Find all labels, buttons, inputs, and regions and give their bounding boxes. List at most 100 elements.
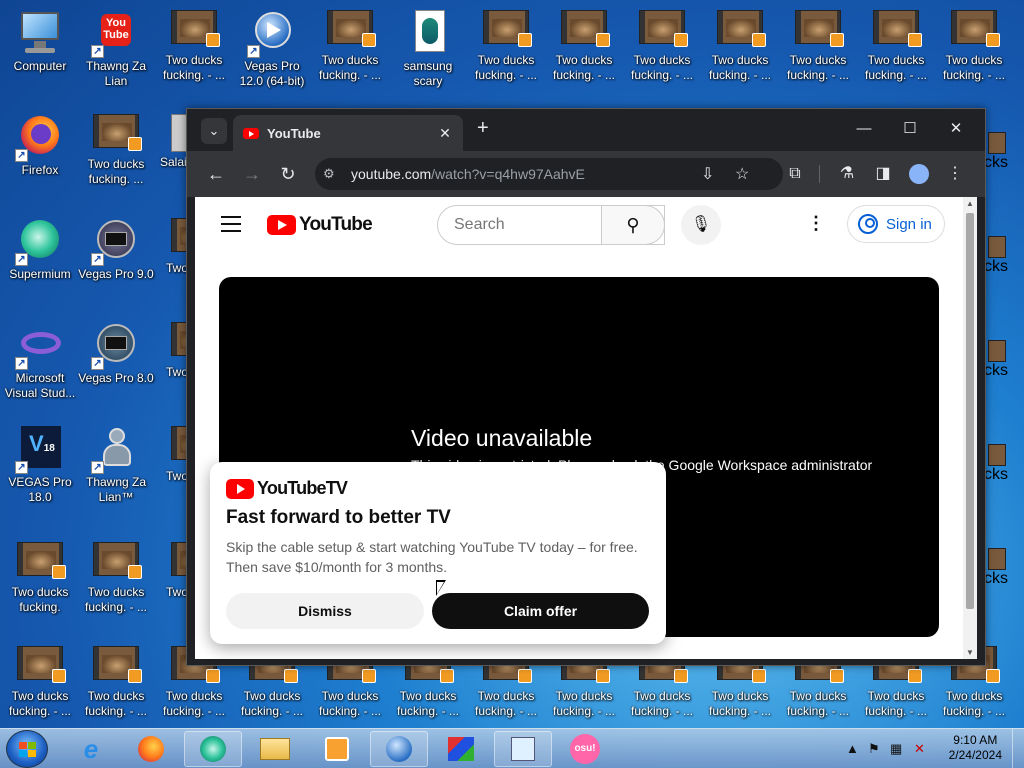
extensions-icon[interactable]: ⧉ [779, 151, 811, 197]
video-icon [795, 10, 844, 47]
taskbar-internet-explorer[interactable]: e [62, 731, 120, 767]
guide-menu-icon[interactable] [221, 216, 241, 232]
search-button[interactable]: ⚲ [601, 205, 665, 245]
minimize-button[interactable]: — [841, 109, 887, 151]
start-button[interactable] [6, 730, 48, 768]
desktop-icon-thawng-za-lian[interactable]: You Tube ↗ Thawng Za Lian [78, 4, 154, 104]
taskbar-vegas[interactable] [370, 731, 428, 767]
network-icon[interactable]: ▦ [890, 741, 902, 757]
tab-youtube[interactable]: YouTube ✕ [233, 115, 463, 151]
video-icon [561, 10, 610, 47]
desktop-icon-label: Two ducks fucking. - ... [396, 689, 460, 718]
desktop-icon-vegas-pro-12[interactable]: ↗ Vegas Pro 12.0 (64-bit) [234, 4, 310, 104]
file-explorer-icon [260, 738, 290, 760]
address-bar[interactable]: ⚙ youtube.com/watch?v=q4hw97AahvE ⇩ ☆ [315, 158, 783, 190]
tab-close-icon[interactable]: ✕ [437, 125, 453, 142]
desktop-icon-computer[interactable]: Computer [2, 4, 78, 104]
url-host: youtube.com [351, 166, 432, 182]
show-desktop-button[interactable] [1012, 729, 1024, 768]
desktop-icon-label: Computer [13, 59, 67, 73]
firefox-icon [138, 736, 164, 762]
browser-menu-icon[interactable]: ⋮ [939, 151, 971, 197]
url-text: youtube.com/watch?v=q4hw97AahvE [351, 166, 585, 182]
desktop-icon-video[interactable]: Two ducks fucking. [2, 536, 78, 636]
sign-in-button[interactable]: Sign in [847, 205, 945, 243]
desktop-icon-label: Two ducks fucking. - ... [864, 689, 928, 718]
desktop-icon-supermium[interactable]: ↗ Supermium [2, 212, 78, 312]
desktop-icon-partial[interactable]: cks [984, 548, 1024, 588]
desktop-icon-partial[interactable]: cks [984, 340, 1024, 380]
labs-flask-icon[interactable]: ⚗ [831, 151, 863, 197]
desktop-icon-label: Two ducks fucking. - ... [552, 689, 616, 718]
desktop-icon-label: Two ducks fucking. - ... [84, 689, 148, 718]
settings-menu-icon[interactable]: ⋮ [807, 213, 825, 234]
taskbar-supermium[interactable] [184, 731, 242, 767]
desktop-icon-firefox[interactable]: ↗ Firefox [2, 108, 78, 208]
dismiss-button[interactable]: Dismiss [226, 593, 424, 629]
desktop-icon-label: cks [984, 362, 1008, 379]
video-icon [717, 10, 766, 47]
desktop-icon-video[interactable]: Two ducks fucking. - ... [312, 4, 388, 104]
desktop-icon-vegas-pro-9[interactable]: ↗ Vegas Pro 9.0 [78, 212, 154, 312]
person-icon: ↗ [91, 426, 139, 474]
scrollbar-thumb[interactable] [966, 213, 974, 609]
tab-search-button[interactable]: ⌄ [201, 118, 227, 144]
desktop-icon-video[interactable]: Two ducks fucking. - ... [2, 640, 78, 740]
taskbar-file-explorer[interactable] [246, 731, 304, 767]
reload-button[interactable]: ↻ [271, 151, 305, 197]
desktop-icon-video[interactable]: Two ducks fucking. - ... [780, 4, 856, 104]
url-path: /watch?v=q4hw97AahvE [431, 166, 585, 182]
desktop-icon-video[interactable]: Two ducks fucking. - ... [156, 4, 232, 104]
taskbar-firefox[interactable] [122, 731, 180, 767]
desktop-icon-partial[interactable]: cks [984, 236, 1024, 276]
desktop-icon-partial[interactable]: cks [984, 132, 1024, 172]
desktop-icon-label: Two ducks fucking. - ... [786, 53, 850, 82]
claim-offer-button[interactable]: Claim offer [432, 593, 649, 629]
new-tab-button[interactable]: + [477, 117, 489, 140]
taskbar-osu[interactable]: osu! [556, 731, 614, 767]
side-panel-icon[interactable]: ◨ [867, 151, 899, 197]
back-button[interactable]: ← [199, 151, 233, 197]
desktop-icon-vegas-pro-18[interactable]: V18 ↗ VEGAS Pro 18.0 [2, 420, 78, 520]
desktop-icon-partial[interactable]: cks [984, 444, 1024, 484]
volume-muted-icon[interactable]: ✕ [914, 741, 925, 757]
desktop-icon-video[interactable]: Two ducks fucking. - ... [78, 640, 154, 740]
desktop-icon-video[interactable]: Two ducks fucking. - ... [858, 4, 934, 104]
bookmark-star-icon[interactable]: ☆ [735, 164, 749, 184]
scroll-down-arrow-icon[interactable]: ▼ [963, 648, 977, 657]
page-scrollbar[interactable]: ▲ ▼ [963, 197, 977, 659]
desktop-icon-label: Microsoft Visual Stud... [4, 371, 76, 400]
taskbar: e osu! ▲ ⚑ ▦ ✕ 9:10 AM 2/24/2024 [0, 728, 1024, 768]
windows-logo-icon [19, 742, 37, 758]
site-info-icon[interactable]: ⚙ [323, 166, 345, 182]
desktop-icon-visual-studio[interactable]: ↗ Microsoft Visual Stud... [2, 316, 78, 416]
close-window-button[interactable]: ✕ [933, 109, 979, 151]
system-clock[interactable]: 9:10 AM 2/24/2024 [949, 733, 1002, 763]
desktop-icon-label: cks [984, 466, 1008, 483]
vegas-icon: ↗ [247, 10, 295, 58]
taskbar-notepad[interactable] [494, 731, 552, 767]
video-icon [639, 10, 688, 47]
profile-avatar[interactable] [903, 151, 935, 197]
maximize-button[interactable]: ☐ [887, 109, 933, 151]
desktop-icon-video[interactable]: Two ducks fucking. - ... [546, 4, 622, 104]
desktop-icon-samsung-scary[interactable]: samsung scary [390, 4, 466, 104]
install-app-icon[interactable]: ⇩ [701, 164, 714, 184]
action-center-flag-icon[interactable]: ⚑ [868, 741, 880, 757]
desktop-icon-video[interactable]: Two ducks fucking. - ... [624, 4, 700, 104]
taskbar-paint[interactable] [432, 731, 490, 767]
youtube-logo[interactable]: YouTube [267, 214, 373, 236]
voice-search-button[interactable]: 🎙 [681, 205, 721, 245]
desktop-icon-vegas-pro-8[interactable]: ↗ Vegas Pro 8.0 [78, 316, 154, 416]
desktop-icon-thawng-za-lian-tm[interactable]: ↗ Thawng Za Lian™ [78, 420, 154, 520]
desktop-icon-video[interactable]: Two ducks fucking. - ... [936, 4, 1012, 104]
supermium-icon: ↗ [15, 218, 63, 266]
forward-button[interactable]: → [235, 151, 269, 197]
taskbar-media-player[interactable] [308, 731, 366, 767]
show-hidden-icons-icon[interactable]: ▲ [846, 741, 859, 756]
scroll-up-arrow-icon[interactable]: ▲ [963, 199, 977, 208]
desktop-icon-video[interactable]: Two ducks fucking. - ... [78, 536, 154, 636]
desktop-icon-video[interactable]: Two ducks fucking. ... [78, 108, 154, 208]
desktop-icon-video[interactable]: Two ducks fucking. - ... [702, 4, 778, 104]
desktop-icon-video[interactable]: Two ducks fucking. - ... [468, 4, 544, 104]
